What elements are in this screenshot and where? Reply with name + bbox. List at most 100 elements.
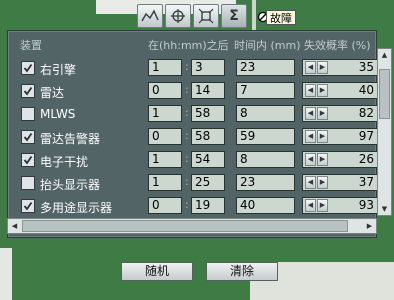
duration-field[interactable]: 59 [236, 128, 295, 145]
minutes-field[interactable]: 58 [191, 128, 225, 145]
increment-icon[interactable]: ▶ [317, 61, 328, 74]
device-name: MLWS [40, 107, 76, 121]
duration-field[interactable]: 23 [236, 174, 295, 191]
probability-stepper[interactable]: ◀ ▶ 40 [302, 82, 378, 99]
probability-stepper[interactable]: ◀ ▶ 35 [302, 59, 378, 76]
enable-checkbox[interactable] [21, 107, 35, 121]
map-tile [0, 248, 12, 300]
scroll-up-icon[interactable]: ▲ [378, 49, 391, 61]
time-separator: : [185, 60, 189, 73]
duration-field[interactable]: 8 [236, 105, 295, 122]
device-name: 电子干扰 [40, 155, 89, 169]
horizontal-scrollbar[interactable]: ◀ ▶ [7, 218, 377, 234]
decrement-icon[interactable]: ◀ [305, 61, 316, 74]
vertical-scroll-thumb[interactable] [379, 69, 390, 119]
checkmark-icon [23, 155, 33, 165]
random-button[interactable]: 随机 [121, 262, 193, 281]
increment-icon[interactable]: ▶ [317, 130, 328, 143]
hours-field[interactable]: 1 [148, 151, 182, 168]
probability-value: 82 [358, 106, 374, 120]
time-separator: : [185, 106, 189, 119]
enable-checkbox[interactable] [21, 199, 35, 213]
hours-field[interactable]: 1 [148, 174, 182, 191]
scroll-right-icon[interactable]: ▶ [363, 219, 376, 233]
increment-icon[interactable]: ▶ [317, 84, 328, 97]
minutes-field[interactable]: 14 [191, 82, 225, 99]
probability-value: 35 [358, 60, 374, 74]
time-separator: : [185, 175, 189, 188]
vertical-scrollbar[interactable]: ▲ ▼ [377, 48, 392, 216]
hours-field[interactable]: 1 [148, 105, 182, 122]
device-name: 右引擎 [40, 63, 77, 77]
probability-stepper[interactable]: ◀ ▶ 37 [302, 174, 378, 191]
probability-value: 40 [358, 83, 374, 97]
decrement-icon[interactable]: ◀ [305, 130, 316, 143]
header-probability: 失效概率 (%) [304, 39, 371, 52]
probability-stepper[interactable]: ◀ ▶ 82 [302, 105, 378, 122]
probability-stepper[interactable]: ◀ ▶ 93 [302, 197, 378, 214]
duration-field[interactable]: 8 [236, 151, 295, 168]
device-name: 抬头显示器 [40, 178, 101, 192]
checkmark-icon [23, 63, 33, 73]
table-row: 右引擎 1 : 3 23 ◀ ▶ 35 [8, 59, 378, 81]
tooltip: 故障 [266, 10, 296, 25]
scroll-left-icon[interactable]: ◀ [8, 219, 21, 233]
minutes-field[interactable]: 3 [191, 59, 225, 76]
failures-panel: 装置 在(hh:mm)之后 时间内 (mm) 失效概率 (%) 右引擎 1 : … [7, 30, 378, 238]
time-separator: : [185, 83, 189, 96]
minutes-field[interactable]: 54 [191, 151, 225, 168]
checkmark-icon [23, 86, 33, 96]
device-name: 雷达告警器 [40, 132, 101, 146]
scroll-down-icon[interactable]: ▼ [378, 203, 391, 215]
minutes-field[interactable]: 19 [191, 197, 225, 214]
horizontal-scroll-thumb[interactable] [22, 220, 348, 232]
table-row: 抬头显示器 1 : 25 23 ◀ ▶ 37 [8, 174, 378, 196]
decrement-icon[interactable]: ◀ [305, 153, 316, 166]
duration-field[interactable]: 7 [236, 82, 295, 99]
header-after: 在(hh:mm)之后 [148, 39, 229, 52]
probability-value: 37 [358, 175, 374, 189]
enable-checkbox[interactable] [21, 61, 35, 75]
time-separator: : [185, 198, 189, 211]
decrement-icon[interactable]: ◀ [305, 176, 316, 189]
probability-value: 26 [358, 152, 374, 166]
hours-field[interactable]: 0 [148, 82, 182, 99]
target-icon[interactable] [193, 4, 219, 28]
time-separator: : [185, 152, 189, 165]
probability-stepper[interactable]: ◀ ▶ 97 [302, 128, 378, 145]
decrement-icon[interactable]: ◀ [305, 84, 316, 97]
checkmark-icon [23, 132, 33, 142]
increment-icon[interactable]: ▶ [317, 153, 328, 166]
device-name: 雷达 [40, 86, 65, 100]
increment-icon[interactable]: ▶ [317, 199, 328, 212]
minutes-field[interactable]: 25 [191, 174, 225, 191]
map-road [252, 0, 256, 30]
enable-checkbox[interactable] [21, 153, 35, 167]
hours-field[interactable]: 1 [148, 59, 182, 76]
enable-checkbox[interactable] [21, 84, 35, 98]
minutes-field[interactable]: 58 [191, 105, 225, 122]
table-header: 装置 在(hh:mm)之后 时间内 (mm) 失效概率 (%) [20, 37, 371, 52]
table-row: 雷达告警器 0 : 58 59 ◀ ▶ 97 [8, 128, 378, 150]
table-row: 电子干扰 1 : 54 8 ◀ ▶ 26 [8, 151, 378, 173]
table-row: 多用途显示器 0 : 19 40 ◀ ▶ 93 [8, 197, 378, 219]
wave-icon[interactable] [137, 4, 163, 28]
enable-checkbox[interactable] [21, 130, 35, 144]
probability-value: 93 [358, 198, 374, 212]
hours-field[interactable]: 0 [148, 197, 182, 214]
duration-field[interactable]: 23 [236, 59, 295, 76]
increment-icon[interactable]: ▶ [317, 107, 328, 120]
decrement-icon[interactable]: ◀ [305, 107, 316, 120]
duration-field[interactable]: 40 [236, 197, 295, 214]
crosshair-icon[interactable] [165, 4, 191, 28]
toolbar: Σ [137, 4, 247, 30]
increment-icon[interactable]: ▶ [317, 176, 328, 189]
table-row: 雷达 0 : 14 7 ◀ ▶ 40 [8, 82, 378, 104]
enable-checkbox[interactable] [21, 176, 35, 190]
probability-stepper[interactable]: ◀ ▶ 26 [302, 151, 378, 168]
clear-button[interactable]: 清除 [206, 262, 278, 281]
decrement-icon[interactable]: ◀ [305, 199, 316, 212]
sigma-icon[interactable]: Σ [221, 4, 247, 28]
hours-field[interactable]: 0 [148, 128, 182, 145]
probability-value: 97 [358, 129, 374, 143]
